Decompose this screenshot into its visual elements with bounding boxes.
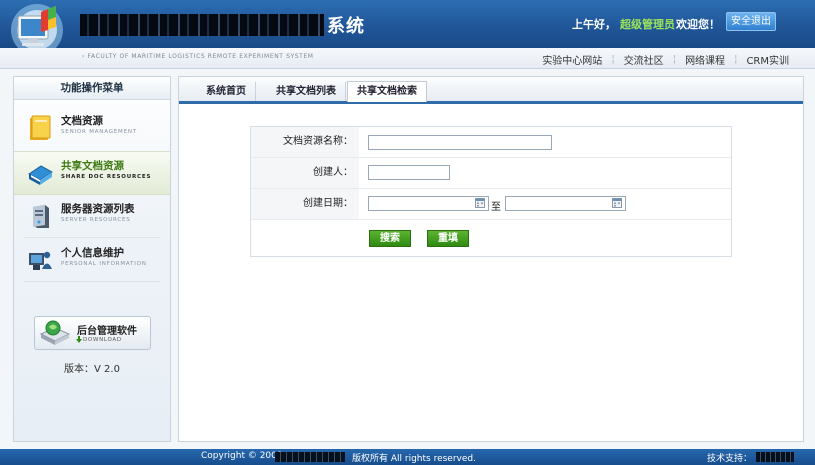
computer-user-icon [29,251,52,270]
sidebar: 功能操作菜单 文档资源 SENIOR MANAGEMENT 共享文档资源 SHA… [13,76,171,442]
sidebar-item-sublabel: SERVER RESOURCES [61,217,131,223]
tab-shared-doc-list[interactable]: 共享文档列表 [267,82,346,101]
date-range-separator: 至 [491,202,501,213]
link-separator: ¦ [611,54,615,65]
folder-icon [30,115,51,140]
copyright-prefix: Copyright © 2009 [201,451,283,461]
copyright-suffix: 版权所有 All rights reserved. [352,454,476,464]
sidebar-item-label: 文档资源 [61,115,103,127]
books-icon [28,165,53,185]
form-row-doc-name: 文档资源名称： [251,127,731,158]
sidebar-heading: 功能操作菜单 [14,77,170,100]
link-community[interactable]: 交流社区 [624,52,664,67]
current-user-name: 超级管理员 [620,18,675,31]
link-lab-center-site[interactable]: 实验中心网站 [542,52,602,67]
sidebar-item-shared-docs[interactable]: 共享文档资源 SHARE DOC RESOURCES [14,151,170,195]
link-crm-training[interactable]: CRM实训 [746,52,789,67]
sidebar-item-server-resources[interactable]: 服务器资源列表 SERVER RESOURCES [14,195,170,237]
search-form: 文档资源名称： 创建人： 创建日期： 至 搜索 重填 [250,126,732,257]
server-icon [33,205,49,228]
reset-button[interactable]: 重填 [427,230,469,247]
search-button[interactable]: 搜索 [369,230,411,247]
tech-support-label: 技术支持： [707,454,753,464]
calendar-icon[interactable] [475,198,485,208]
redacted-owner [275,452,345,462]
top-header: 系统 上午好， 超级管理员 欢迎您！ 安全退出 [0,0,815,56]
main-content: 系统首页 共享文档列表 共享文档检索 文档资源名称： 创建人： 创建日期： 至 [178,76,804,442]
greeting-text: 上午好， [572,18,616,31]
sidebar-item-label: 个人信息维护 [61,247,124,259]
link-separator: ¦ [672,54,677,65]
logout-button[interactable]: 安全退出 [726,12,776,31]
redacted-system-name [80,14,324,36]
sidebar-item-documents[interactable]: 文档资源 SENIOR MANAGEMENT [14,107,170,149]
sidebar-item-sublabel: SENIOR MANAGEMENT [61,129,137,135]
footer: Copyright © 2009 版权所有 All rights reserve… [0,449,815,465]
tab-bar: 系统首页 共享文档列表 共享文档检索 [179,77,803,104]
download-admin-software-button[interactable]: 后台管理软件 DOWNLOAD [34,316,151,350]
hard-drive-icon [39,320,71,345]
version-label: 版本：V 2.0 [64,364,120,375]
date-to-input[interactable] [505,196,626,211]
redacted-support-name [756,452,794,462]
faculty-tagline: › FACULTY OF MARITIME LOGISTICS REMOTE E… [82,53,314,60]
create-date-label: 创建日期： [251,189,359,219]
menu-divider [24,237,160,238]
download-title: 后台管理软件 [77,326,137,337]
sidebar-item-personal-info[interactable]: 个人信息维护 PERSONAL INFORMATION [14,239,170,281]
download-arrow-icon [76,336,82,343]
creator-input[interactable] [368,165,450,180]
menu-divider [24,281,160,282]
creator-label: 创建人： [251,158,359,188]
form-row-creator: 创建人： [251,158,731,189]
system-title-suffix: 系统 [327,16,365,37]
tab-shared-doc-search[interactable]: 共享文档检索 [347,81,427,102]
welcome-text: 欢迎您！ [676,18,720,31]
link-online-course[interactable]: 网络课程 [685,52,725,67]
sidebar-item-sublabel: PERSONAL INFORMATION [61,261,147,267]
doc-name-label: 文档资源名称： [251,127,359,157]
sidebar-item-sublabel: SHARE DOC RESOURCES [61,174,152,180]
download-sublabel: DOWNLOAD [83,337,122,343]
date-from-input[interactable] [368,196,489,211]
doc-name-input[interactable] [368,135,552,150]
calendar-icon[interactable] [612,198,622,208]
sidebar-item-label: 共享文档资源 [61,160,124,172]
link-separator: ¦ [734,54,738,65]
tab-system-home[interactable]: 系统首页 [197,82,256,101]
top-link-bar: 实验中心网站 ¦ 交流社区 ¦ 网络课程 ¦ CRM实训 [542,52,789,67]
sidebar-item-label: 服务器资源列表 [61,203,135,215]
form-row-create-date: 创建日期： 至 [251,189,731,220]
